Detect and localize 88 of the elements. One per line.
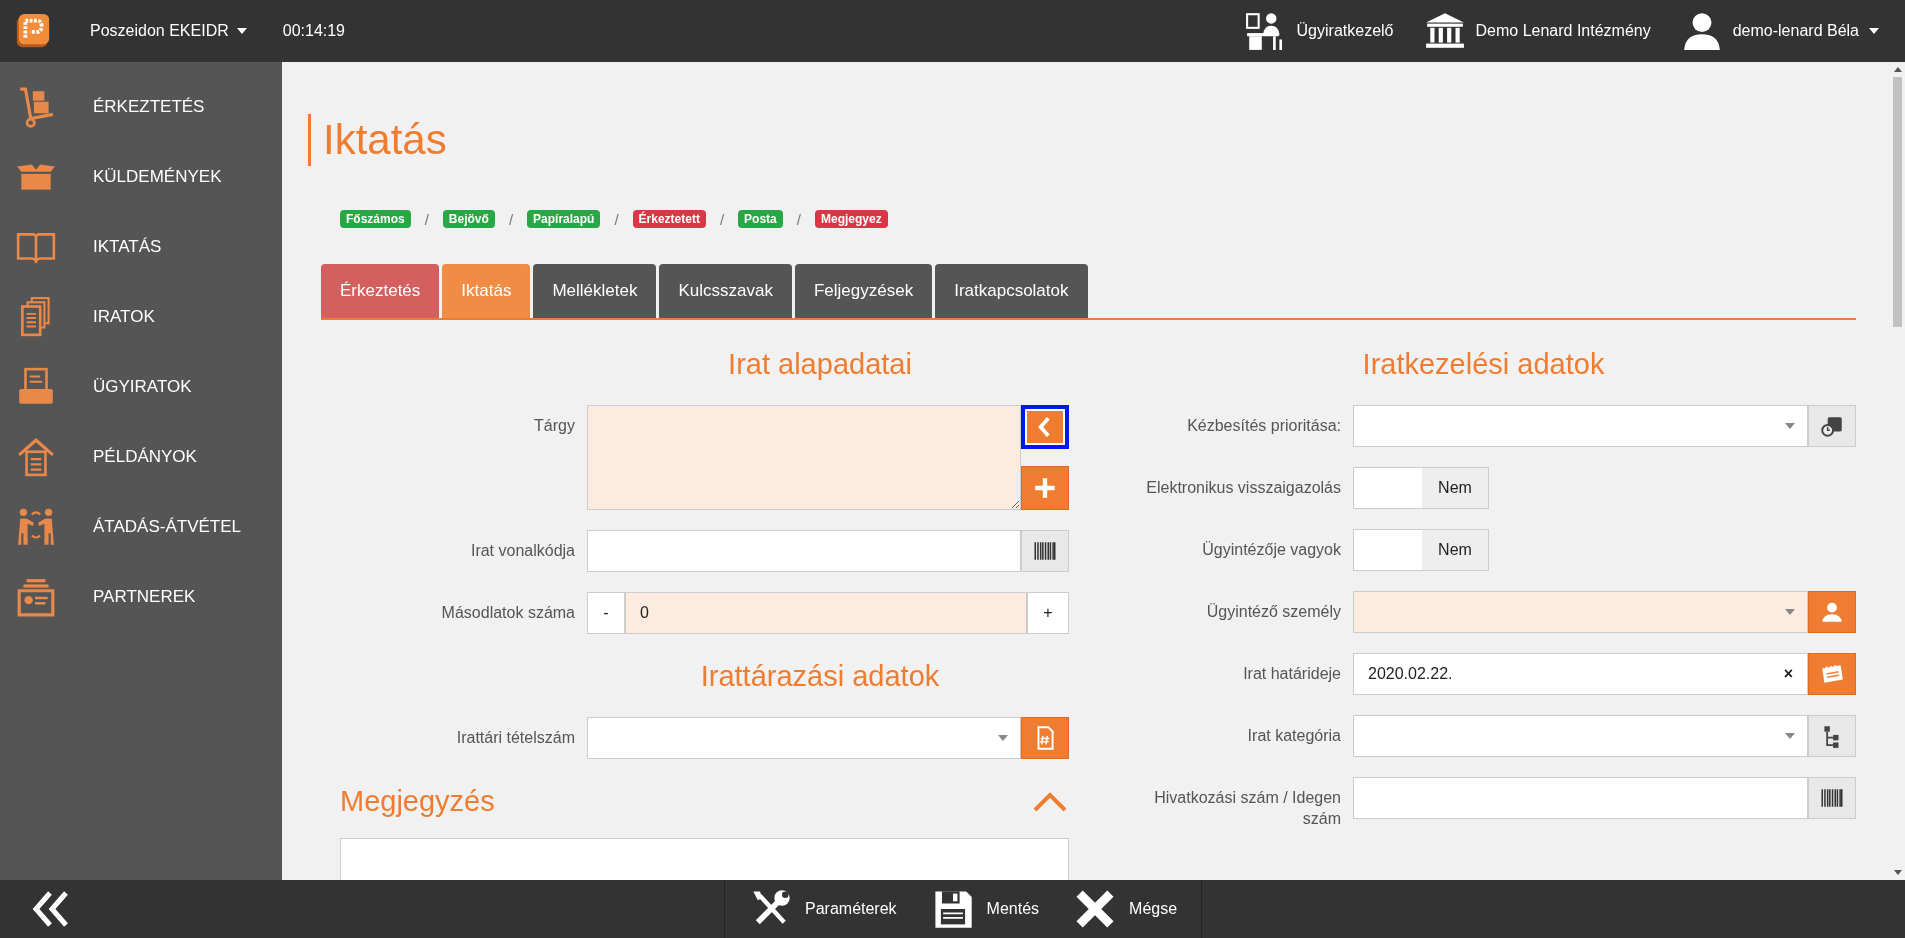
two-people-icon — [15, 506, 57, 548]
barcode-button[interactable] — [1021, 530, 1069, 572]
sidebar-label: ÜGYIRATOK — [93, 377, 192, 397]
sidebar-item[interactable]: PARTNEREK — [0, 562, 282, 632]
text-field[interactable] — [587, 530, 1021, 572]
sidebar-label: ÁTADÁS-ÁTVÉTEL — [93, 517, 241, 537]
card-file-icon — [15, 576, 57, 618]
dropdown-caret-icon — [998, 735, 1008, 741]
scroll-down-arrow-icon[interactable] — [1893, 870, 1902, 875]
priority-button[interactable] — [1808, 405, 1856, 447]
dropdown-caret-icon — [1785, 733, 1795, 739]
back-button[interactable] — [1021, 405, 1069, 449]
chevron-up-icon[interactable] — [1033, 791, 1067, 812]
sidebar-item[interactable]: ÁTADÁS-ÁTVÉTEL — [0, 492, 282, 562]
sidebar-label: PÉLDÁNYOK — [93, 447, 197, 467]
field-label: Tárgy — [533, 416, 575, 436]
toggle-switch[interactable]: Nem — [1353, 529, 1489, 571]
field-label: Kézbesítés prioritása: — [1186, 416, 1341, 436]
sidebar-item[interactable]: KÜLDEMÉNYEK — [0, 142, 282, 212]
number-field[interactable]: 0 — [625, 592, 1027, 634]
category-tree-button[interactable] — [1808, 715, 1856, 757]
person-button[interactable] — [1808, 591, 1856, 633]
field-label: Irattári tételszám — [455, 728, 575, 748]
user-name[interactable]: demo-lenard Béla — [1732, 22, 1859, 40]
tab[interactable]: Érkeztetés — [321, 264, 440, 318]
field-label: Elektronikus visszaigazolás — [1145, 478, 1341, 498]
field-label: Hivatkozási szám / Idegen szám — [1153, 788, 1341, 829]
breadcrumb-separator: / — [796, 210, 801, 228]
field-label: Ügyintéző személy — [1205, 602, 1341, 622]
field-label: Irat kategória — [1246, 726, 1341, 746]
status-badge: Bejövő — [442, 210, 495, 228]
app-logo-icon[interactable] — [14, 12, 52, 50]
status-badge: Főszámos — [340, 210, 411, 228]
increment-button[interactable]: + — [1027, 592, 1069, 634]
sidebar-item[interactable]: PÉLDÁNYOK — [0, 422, 282, 492]
app-name[interactable]: Poszeidon EKEIDR — [90, 22, 229, 40]
scroll-up-arrow-icon[interactable] — [1893, 67, 1902, 72]
breadcrumb-separator: / — [424, 210, 429, 228]
section-title: Megjegyzés — [340, 785, 495, 818]
dropdown-caret-icon — [1785, 423, 1795, 429]
section-title: Irat alapadatai — [727, 348, 913, 381]
caret-icon — [236, 28, 247, 34]
breadcrumb-separator: / — [614, 210, 619, 228]
file-number-button[interactable] — [1021, 717, 1069, 759]
tab[interactable]: Mellékletek — [533, 264, 657, 318]
toolbar-action[interactable]: Paraméterek — [749, 887, 897, 931]
toggle-switch[interactable]: Nem — [1353, 467, 1489, 509]
barcode-button[interactable] — [1808, 777, 1856, 819]
breadcrumb-separator: / — [719, 210, 725, 228]
text-field[interactable] — [1353, 777, 1808, 819]
sidebar-label: IKTATÁS — [93, 237, 162, 257]
field-label: Irat határideje — [1242, 664, 1341, 684]
caret-icon — [1869, 28, 1879, 34]
toolbar-action[interactable]: Mentés — [930, 887, 1040, 931]
sidebar-item[interactable]: ÜGYIRATOK — [0, 352, 282, 422]
decrement-button[interactable]: - — [587, 592, 625, 634]
status-badge: Megjegyez — [814, 210, 888, 228]
top-link[interactable]: Demo Lenard Intézmény — [1475, 22, 1651, 40]
house-document-icon — [15, 436, 57, 478]
sidebar-item[interactable]: ÉRKEZTETÉS — [0, 72, 282, 142]
field-label: Ügyintézője vagyok — [1201, 540, 1341, 560]
sidebar-item[interactable]: IKTATÁS — [0, 212, 282, 282]
status-badge: Posta — [738, 210, 783, 228]
scrollbar[interactable] — [1890, 62, 1905, 880]
plus-icon — [1032, 475, 1058, 501]
toolbar-action[interactable]: Mégse — [1073, 887, 1178, 931]
sidebar-label: KÜLDEMÉNYEK — [93, 167, 222, 187]
sidebar-label: ÉRKEZTETÉS — [93, 97, 205, 117]
breadcrumb-separator: / — [508, 210, 514, 228]
dropdown-caret-icon — [1785, 609, 1795, 615]
status-badge: Érkeztetett — [632, 210, 706, 228]
top-link[interactable]: Ügyiratkezelő — [1296, 22, 1394, 40]
section-title: Irattárazási adatok — [699, 660, 941, 693]
sidebar-item[interactable]: IRATOK — [0, 282, 282, 352]
tab[interactable]: Iratkapcsolatok — [935, 264, 1088, 318]
scrollbar-thumb[interactable] — [1893, 77, 1902, 327]
sidebar-label: PARTNEREK — [93, 587, 196, 607]
field-label: Másodlatok száma — [440, 603, 575, 623]
field-label: Irat vonalkódja — [469, 541, 575, 561]
sidebar-label: IRATOK — [93, 307, 155, 327]
calendar-button[interactable] — [1808, 653, 1856, 695]
status-badge: Papíralapú — [527, 210, 601, 228]
tab[interactable]: Feljegyzések — [794, 264, 933, 318]
tab[interactable]: Kulcsszavak — [659, 264, 792, 318]
page-title: Iktatás — [308, 114, 1856, 166]
section-title: Iratkezelési adatok — [1361, 348, 1606, 381]
add-button[interactable] — [1021, 466, 1069, 510]
session-timer: 00:14:19 — [282, 22, 345, 40]
